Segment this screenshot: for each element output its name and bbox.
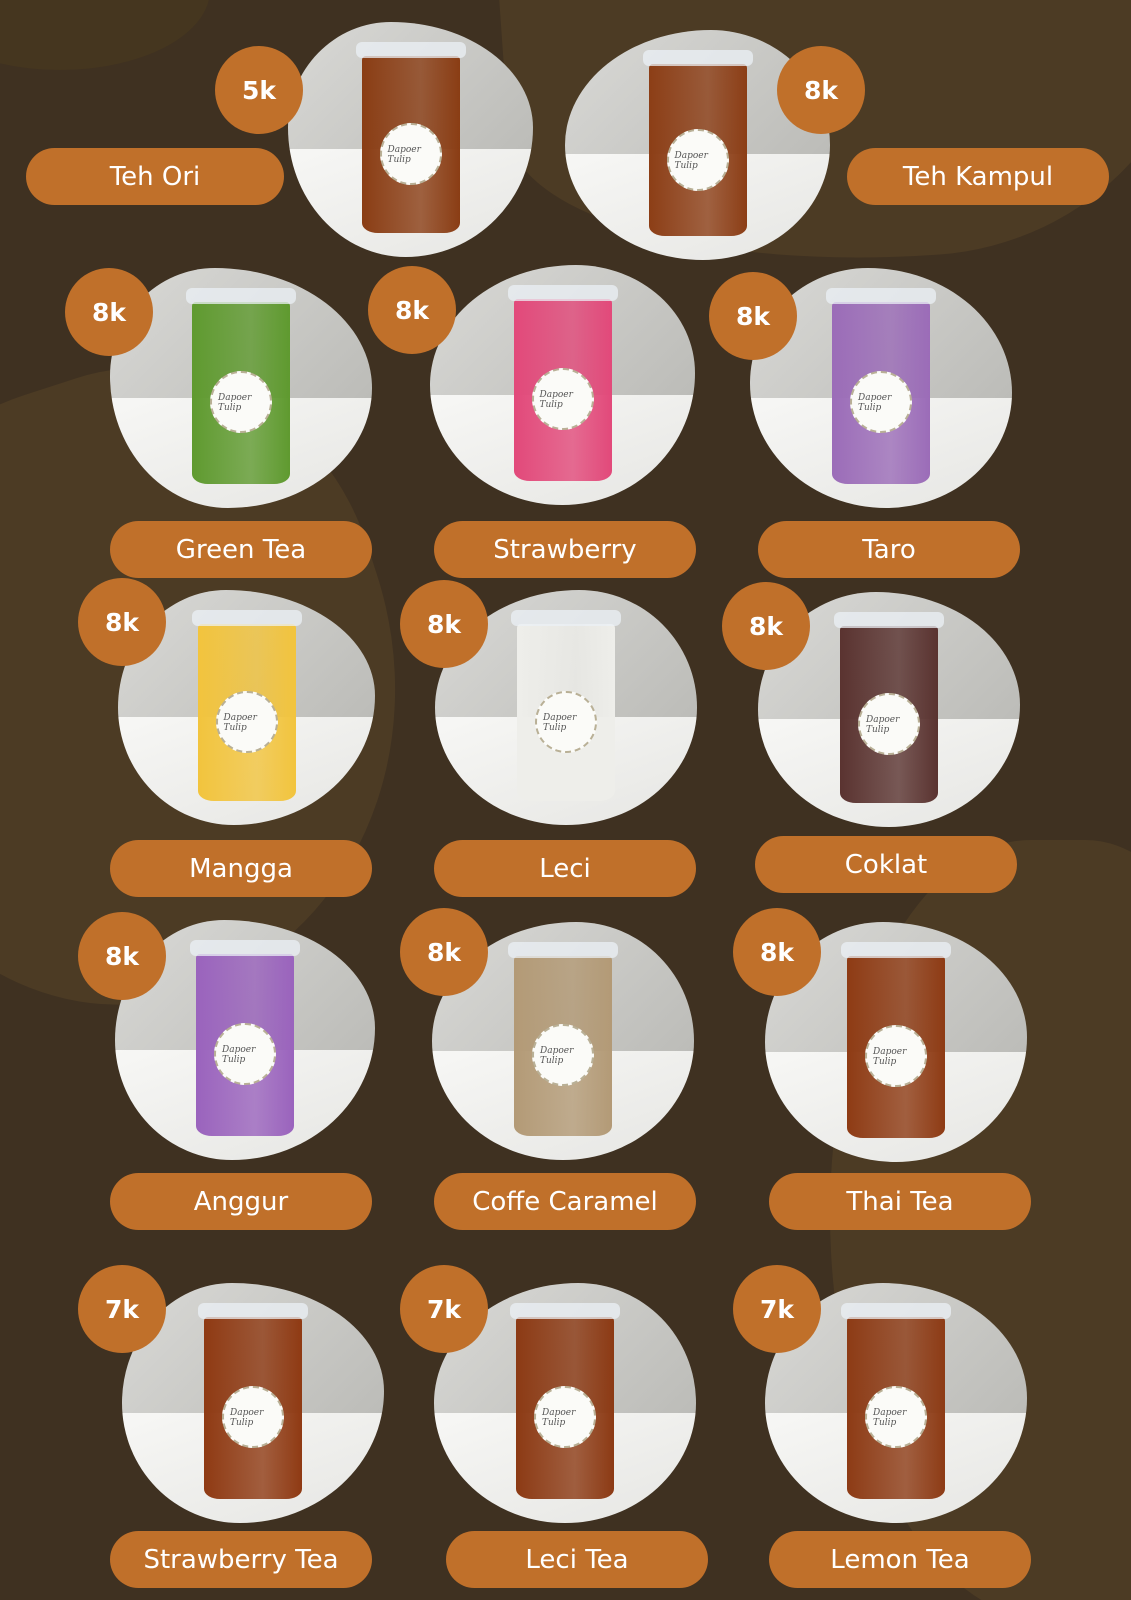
drink-name-label: Thai Tea xyxy=(769,1173,1031,1230)
price-badge: 8k xyxy=(78,578,166,666)
menu-page: 5kTeh Ori8kTeh Kampul8kGreen Tea8kStrawb… xyxy=(0,0,1131,1600)
drink-name-label: Taro xyxy=(758,521,1020,578)
brand-sticker-icon xyxy=(865,1386,927,1449)
brand-sticker-icon xyxy=(858,693,920,756)
drink-name-label: Mangga xyxy=(110,840,372,897)
price-badge: 8k xyxy=(400,580,488,668)
cup-icon xyxy=(642,50,753,236)
cup-icon xyxy=(507,285,618,481)
brand-sticker-icon xyxy=(214,1023,276,1086)
price-badge: 8k xyxy=(78,912,166,1000)
price-badge: 8k xyxy=(400,908,488,996)
background-shape xyxy=(0,0,210,70)
brand-sticker-icon xyxy=(210,371,272,434)
brand-sticker-icon xyxy=(379,123,442,186)
drink-name-label: Anggur xyxy=(110,1173,372,1230)
brand-sticker-icon xyxy=(222,1386,284,1449)
cup-icon xyxy=(511,610,621,801)
price-badge: 5k xyxy=(215,46,303,134)
drink-name-label: Strawberry xyxy=(434,521,696,578)
drink-name-label: Coklat xyxy=(755,836,1017,893)
cup-icon xyxy=(510,1303,620,1499)
cup-icon xyxy=(841,1303,951,1499)
cup-icon xyxy=(508,942,618,1136)
drink-name-label: Teh Kampul xyxy=(847,148,1109,205)
brand-sticker-icon xyxy=(850,371,912,434)
price-badge: 8k xyxy=(368,266,456,354)
price-badge: 8k xyxy=(65,268,153,356)
drink-name-label: Green Tea xyxy=(110,521,372,578)
cup-icon xyxy=(186,288,296,484)
price-badge: 8k xyxy=(722,582,810,670)
drink-name-label: Strawberry Tea xyxy=(110,1531,372,1588)
drink-name-label: Lemon Tea xyxy=(769,1531,1031,1588)
price-badge: 8k xyxy=(777,46,865,134)
price-badge: 7k xyxy=(78,1265,166,1353)
price-badge: 8k xyxy=(709,272,797,360)
price-badge: 8k xyxy=(733,908,821,996)
cup-icon xyxy=(355,42,466,233)
brand-sticker-icon xyxy=(532,1024,594,1087)
cup-icon xyxy=(841,942,951,1138)
cup-icon xyxy=(191,610,302,801)
brand-sticker-icon xyxy=(534,1386,596,1449)
price-badge: 7k xyxy=(733,1265,821,1353)
drink-name-label: Teh Ori xyxy=(26,148,284,205)
cup-icon xyxy=(834,612,944,803)
drink-name-label: Leci Tea xyxy=(446,1531,708,1588)
cup-icon xyxy=(826,288,936,484)
cup-icon xyxy=(190,940,300,1136)
drink-photo xyxy=(430,265,695,505)
price-badge: 7k xyxy=(400,1265,488,1353)
brand-sticker-icon xyxy=(535,691,597,754)
drink-name-label: Coffe Caramel xyxy=(434,1173,696,1230)
cup-icon xyxy=(198,1303,308,1499)
brand-sticker-icon xyxy=(215,691,278,754)
drink-photo xyxy=(288,22,533,257)
brand-sticker-icon xyxy=(865,1025,927,1088)
drink-name-label: Leci xyxy=(434,840,696,897)
brand-sticker-icon xyxy=(666,129,729,192)
brand-sticker-icon xyxy=(531,368,594,431)
